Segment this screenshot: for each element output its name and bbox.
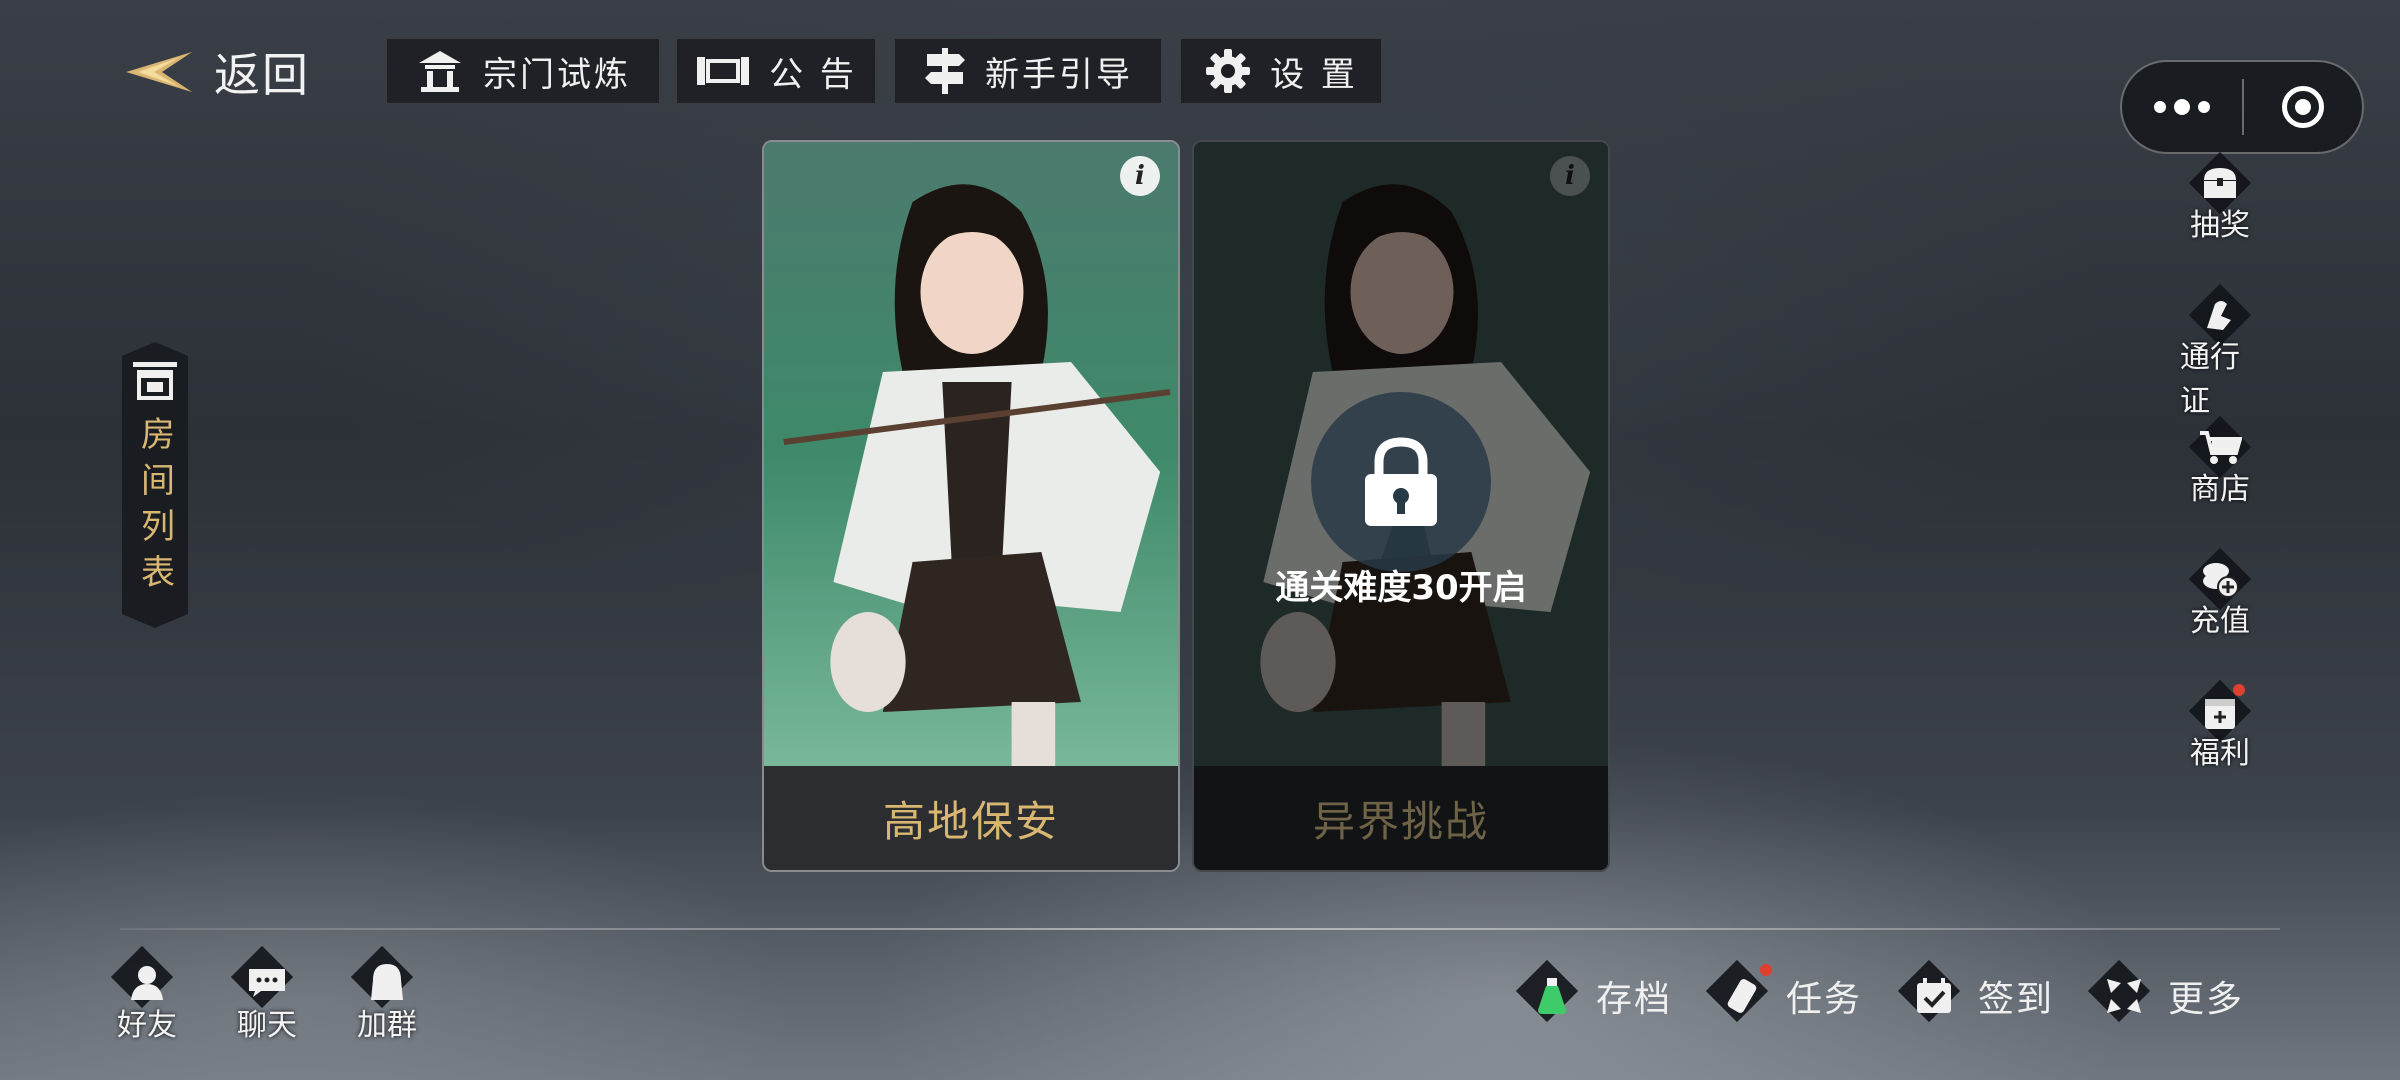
save-label: 存档	[1596, 979, 1673, 1020]
card-title: 异界挑战	[1194, 766, 1608, 870]
checkin-button[interactable]: 签到	[1898, 958, 2054, 1034]
more-arrows-icon	[2088, 960, 2160, 1032]
unlock-requirement-text: 通关难度30开启	[1275, 568, 1527, 608]
side-label: 充值	[2190, 604, 2250, 639]
scroll-task-icon	[1706, 960, 1778, 1032]
back-label: 返回	[214, 48, 310, 102]
tutorial-button[interactable]: 新手引导	[894, 38, 1162, 104]
notification-dot	[2233, 684, 2245, 696]
gate-icon	[131, 360, 179, 400]
lottery-button[interactable]: 抽奖	[2180, 152, 2260, 244]
bottom-label: 聊天	[237, 1008, 297, 1043]
info-icon[interactable]: i	[1120, 156, 1160, 196]
more-label: 更多	[2168, 979, 2245, 1020]
side-label: 商店	[2190, 472, 2250, 507]
welfare-button[interactable]: 福利	[2180, 680, 2260, 772]
join-group-button[interactable]: 加群	[342, 946, 432, 1044]
friends-button[interactable]: 好友	[102, 946, 192, 1044]
signpost-icon	[925, 48, 965, 94]
bottom-label: 加群	[357, 1008, 417, 1043]
settings-label: 设 置	[1270, 54, 1358, 95]
bottom-divider	[120, 928, 2280, 930]
notice-button[interactable]: 公 告	[676, 38, 876, 104]
tasks-button[interactable]: 任务	[1706, 958, 1862, 1034]
tutorial-label: 新手引导	[985, 54, 1133, 95]
scroll-icon	[697, 57, 750, 85]
gear-icon	[1206, 49, 1251, 93]
character-portrait	[764, 142, 1178, 770]
notice-label: 公 告	[769, 54, 857, 95]
side-label: 通行证	[2180, 340, 2240, 419]
dot-icon	[2198, 101, 2210, 113]
bottom-label: 好友	[117, 1008, 177, 1043]
room-list-label: 房间列表	[134, 416, 175, 600]
chat-button[interactable]: 聊天	[222, 946, 312, 1044]
lock-overlay: 通关难度30开启	[1194, 392, 1608, 614]
card-title: 高地保安	[764, 766, 1178, 870]
more-options-button[interactable]	[2122, 62, 2242, 152]
notification-dot	[1760, 964, 1772, 976]
sect-trial-label: 宗门试炼	[483, 54, 631, 95]
back-button[interactable]: 返回	[118, 40, 310, 104]
close-miniprogram-button[interactable]	[2244, 62, 2362, 152]
lock-icon	[1365, 437, 1437, 526]
more-button[interactable]: 更多	[2088, 958, 2244, 1034]
dot-icon	[2174, 99, 2190, 115]
tasks-label: 任务	[1786, 979, 1863, 1020]
calendar-check-icon	[1898, 960, 1970, 1032]
mode-card-highland[interactable]: i 高地保安	[762, 140, 1180, 872]
recharge-button[interactable]: 充值	[2180, 548, 2260, 640]
mode-card-otherworld[interactable]: i 通关难度30开启 异界挑战	[1192, 140, 1610, 872]
potion-icon	[1516, 960, 1588, 1032]
settings-button[interactable]: 设 置	[1180, 38, 1382, 104]
sect-trial-button[interactable]: 宗门试炼	[386, 38, 660, 104]
lock-circle	[1311, 392, 1491, 572]
side-label: 抽奖	[2190, 208, 2250, 243]
checkin-label: 签到	[1978, 979, 2055, 1020]
info-icon[interactable]: i	[1550, 156, 1590, 196]
shop-button[interactable]: 商店	[2180, 416, 2260, 508]
back-arrow-icon	[126, 52, 192, 92]
pass-button[interactable]: 通行证	[2180, 284, 2260, 420]
target-icon	[2282, 86, 2324, 128]
dot-icon	[2154, 101, 2166, 113]
room-list-button[interactable]: 房间列表	[122, 342, 188, 628]
miniprogram-capsule	[2120, 60, 2364, 154]
side-label: 福利	[2190, 736, 2250, 771]
pavilion-icon	[419, 51, 461, 92]
save-button[interactable]: 存档	[1516, 958, 1672, 1034]
